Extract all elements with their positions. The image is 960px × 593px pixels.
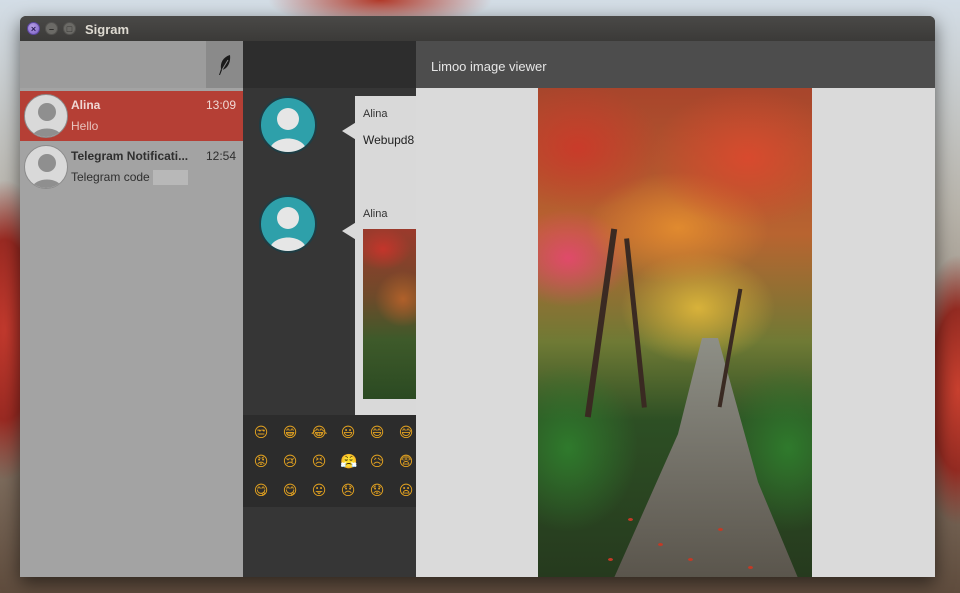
avatar xyxy=(24,94,68,138)
sidebar-header xyxy=(20,41,243,88)
photo-leaf xyxy=(748,566,753,569)
avatar xyxy=(24,145,68,189)
viewed-image[interactable] xyxy=(538,88,812,577)
emoji-button[interactable]: 😣 xyxy=(311,453,327,469)
photo-leaf xyxy=(628,518,633,521)
close-window-button[interactable]: × xyxy=(27,22,40,35)
avatar[interactable] xyxy=(259,195,317,253)
emoji-button[interactable]: 😡 xyxy=(253,453,269,469)
emoji-button[interactable]: 😋 xyxy=(253,482,269,498)
feather-icon xyxy=(218,54,230,75)
emoji-button[interactable]: 😛 xyxy=(311,482,327,498)
chat-last-message-text: Telegram code xyxy=(71,170,150,184)
emoji-button[interactable]: 😞 xyxy=(340,482,356,498)
maximize-window-button[interactable]: □ xyxy=(63,22,76,35)
minimize-window-button[interactable]: – xyxy=(45,22,58,35)
emoji-button[interactable]: 😅 xyxy=(398,424,414,440)
chat-last-message: Telegram code xyxy=(71,170,188,186)
image-viewer: Limoo image viewer xyxy=(416,41,935,577)
emoji-button[interactable]: 😋 xyxy=(282,482,298,498)
chat-name: Alina xyxy=(71,98,101,112)
message-sender: Alina xyxy=(363,108,388,120)
emoji-button[interactable]: 😒 xyxy=(253,424,269,440)
app-window: × – □ Sigram Alina 13:09 Hello Telegram … xyxy=(20,16,935,577)
emoji-button[interactable]: 😦 xyxy=(398,482,414,498)
conversation-panel: Alina Webupd8 Alina 😒 😁 😂 😃 😄 😅 😡 😢 😣 😤 😥 😨 😋 😋 😛 😞 😟 😦 xyxy=(243,41,417,577)
photo-trunk xyxy=(624,238,647,408)
message-bubble[interactable]: Alina Webupd8 xyxy=(355,96,416,201)
emoji-button[interactable]: 😃 xyxy=(340,424,356,440)
chat-item-alina[interactable]: Alina 13:09 Hello xyxy=(20,91,243,141)
photo-leaf xyxy=(718,528,723,531)
avatar[interactable] xyxy=(259,96,317,154)
photo-leaf xyxy=(688,558,693,561)
image-thumbnail[interactable] xyxy=(363,229,417,399)
conversation-header xyxy=(243,41,416,88)
user-silhouette-icon xyxy=(269,108,307,152)
emoji-button[interactable]: 😄 xyxy=(369,424,385,440)
photo-path xyxy=(614,338,798,577)
emoji-button[interactable]: 😢 xyxy=(282,453,298,469)
user-silhouette-icon xyxy=(31,154,63,188)
chat-list-sidebar: Alina 13:09 Hello Telegram Notificati...… xyxy=(20,41,243,577)
photo-trunk xyxy=(584,228,618,418)
image-viewer-title: Limoo image viewer xyxy=(431,59,547,74)
message-sender: Alina xyxy=(363,208,388,220)
user-silhouette-icon xyxy=(269,207,307,251)
emoji-button[interactable]: 😂 xyxy=(311,424,327,440)
photo-leaf xyxy=(608,558,613,561)
chat-last-message: Hello xyxy=(71,119,99,133)
window-title: Sigram xyxy=(85,22,130,37)
message-text: Webupd8 xyxy=(363,133,415,147)
title-bar: × – □ Sigram xyxy=(20,16,935,41)
emoji-button[interactable]: 😥 xyxy=(369,453,385,469)
emoji-button[interactable]: 😤 xyxy=(340,453,357,469)
user-silhouette-icon xyxy=(31,103,63,137)
emoji-panel: 😒 😁 😂 😃 😄 😅 😡 😢 😣 😤 😥 😨 😋 😋 😛 😞 😟 😦 xyxy=(243,415,416,507)
message-bubble[interactable]: Alina xyxy=(355,196,417,416)
image-viewer-header: Limoo image viewer xyxy=(416,41,935,88)
redacted-code xyxy=(152,170,188,186)
emoji-button[interactable]: 😨 xyxy=(398,453,414,469)
chat-name: Telegram Notificati... xyxy=(71,149,189,163)
compose-button[interactable] xyxy=(206,41,243,88)
emoji-button[interactable]: 😟 xyxy=(369,482,385,498)
emoji-button[interactable]: 😁 xyxy=(282,424,298,440)
chat-time: 12:54 xyxy=(205,149,236,163)
photo-leaf xyxy=(658,543,663,546)
chat-time: 13:09 xyxy=(205,98,236,112)
chat-item-telegram-notifications[interactable]: Telegram Notificati... 12:54 Telegram co… xyxy=(20,142,243,192)
